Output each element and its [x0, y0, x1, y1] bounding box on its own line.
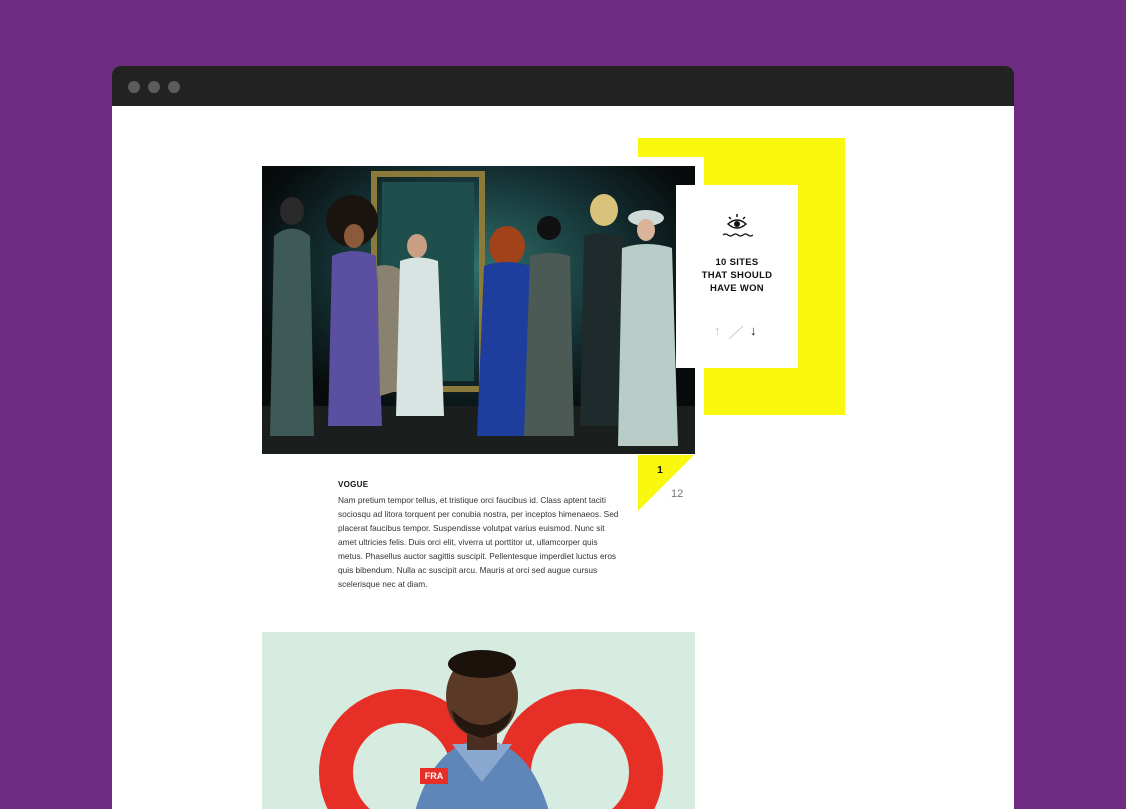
eye-waves-icon	[722, 214, 753, 237]
browser-window: 10 SITES THAT SHOULD HAVE WON ↑ ↓ 1 12 V…	[112, 66, 1014, 809]
fashion-photo-illustration	[262, 166, 695, 454]
gq-feature-image[interactable]: FRA	[262, 632, 695, 809]
window-maximize-dot[interactable]	[168, 81, 180, 93]
window-close-dot[interactable]	[128, 81, 140, 93]
gq-cover-illustration	[262, 632, 695, 809]
slide-counter-triangle	[638, 455, 694, 511]
slash-divider-icon	[728, 325, 744, 340]
article-block: VOGUE Nam pretium tempor tellus, et tris…	[338, 480, 624, 591]
vogue-feature-image[interactable]	[262, 166, 695, 454]
gq-cover-text: FRA	[420, 768, 448, 784]
article-body: Nam pretium tempor tellus, et tristique …	[338, 495, 619, 589]
card-title-line: 10 SITES	[715, 257, 759, 268]
card-title-line: THAT SHOULD	[701, 270, 773, 281]
arrow-down-icon[interactable]: ↓	[750, 323, 757, 339]
window-minimize-dot[interactable]	[148, 81, 160, 93]
counter-total: 12	[671, 488, 684, 500]
card-title-line: HAVE WON	[710, 283, 764, 294]
counter-current: 1	[657, 465, 663, 476]
feature-card: 10 SITES THAT SHOULD HAVE WON ↑ ↓	[676, 185, 798, 368]
slide-navigation: ↑ ↓	[712, 323, 762, 341]
card-title: 10 SITES THAT SHOULD HAVE WON	[676, 256, 798, 295]
window-titlebar	[112, 66, 1014, 106]
arrow-up-icon[interactable]: ↑	[714, 323, 721, 339]
article-title: VOGUE	[338, 480, 369, 489]
